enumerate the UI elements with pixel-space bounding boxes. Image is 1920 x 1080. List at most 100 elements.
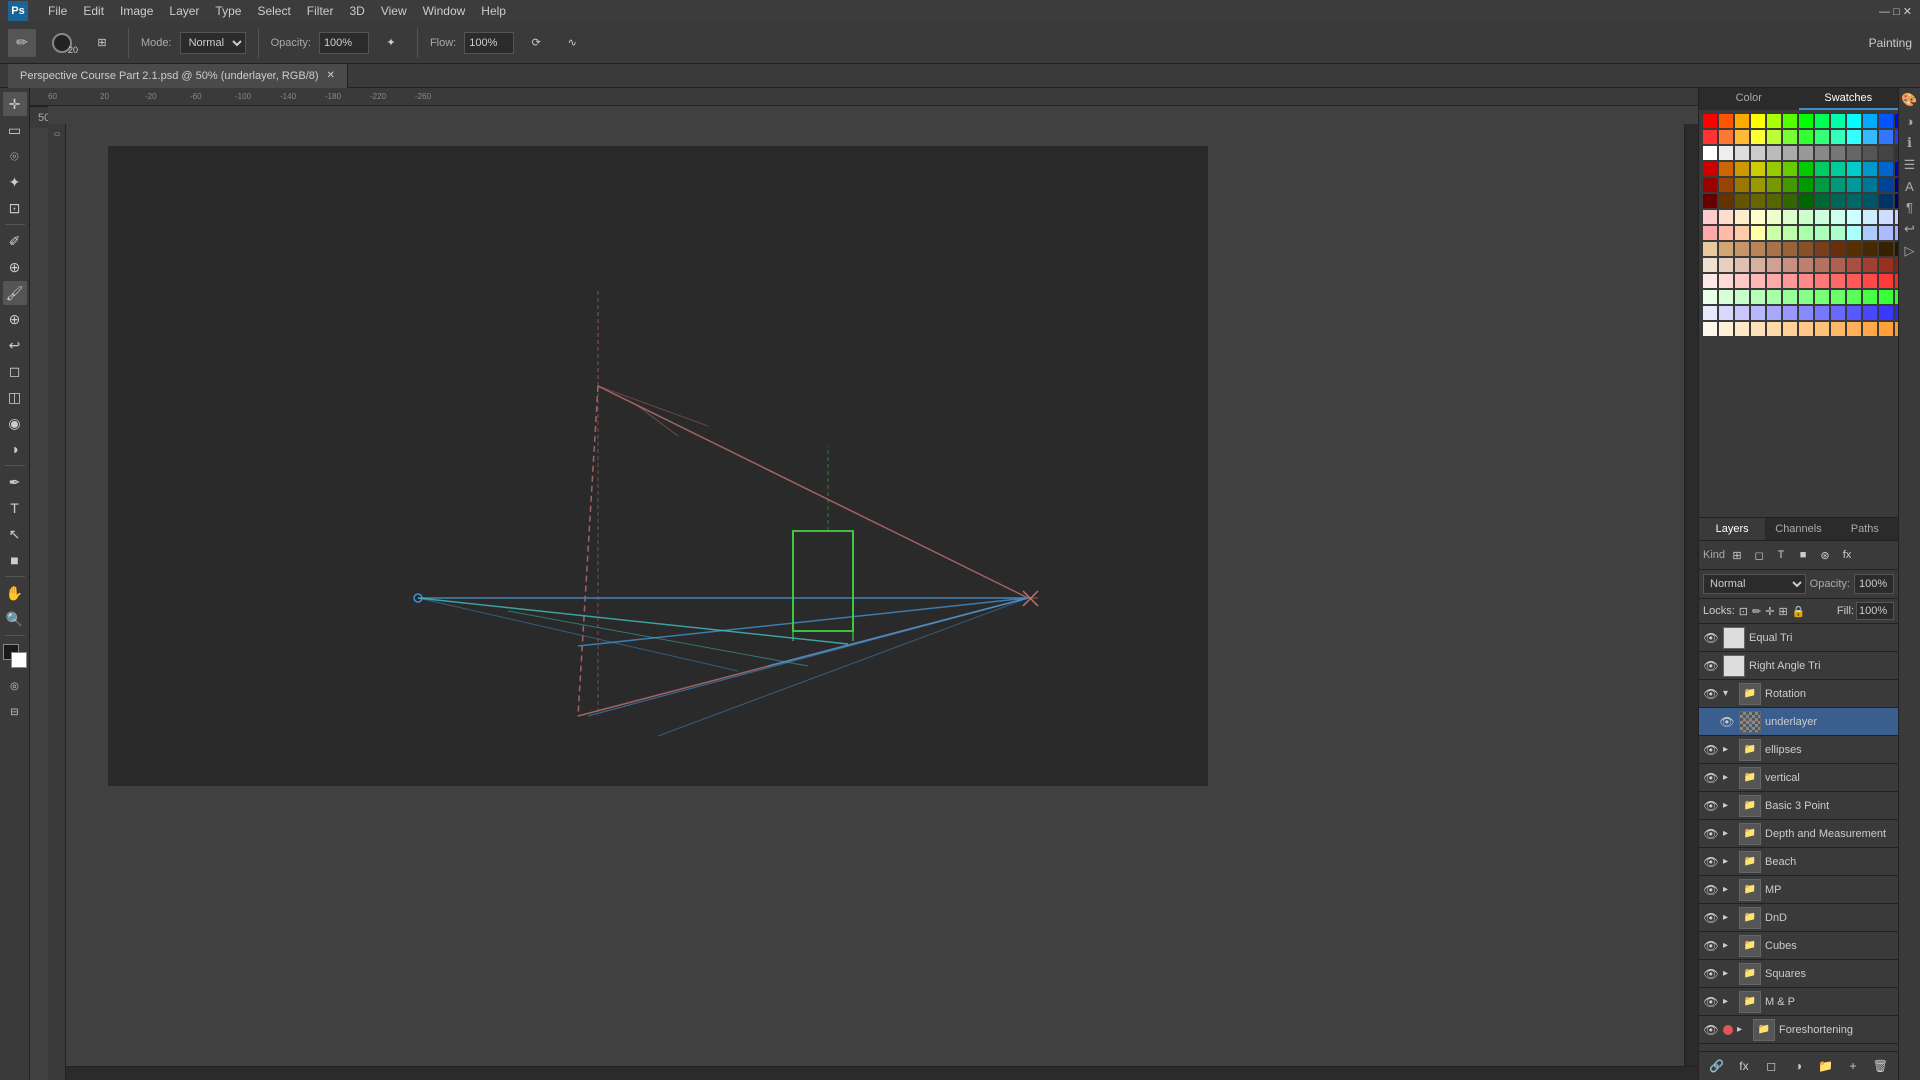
layer-eye-mp[interactable]: 👁 — [1703, 882, 1719, 898]
swatch-9-5[interactable] — [1783, 258, 1797, 272]
swatch-1-3[interactable] — [1751, 130, 1765, 144]
layer-expand-vertical[interactable]: ▸ — [1723, 772, 1735, 783]
swatch-2-6[interactable] — [1799, 146, 1813, 160]
fill-field[interactable] — [1856, 602, 1894, 620]
swatch-9-4[interactable] — [1767, 258, 1781, 272]
swatch-2-4[interactable] — [1767, 146, 1781, 160]
swatch-4-9[interactable] — [1847, 178, 1861, 192]
layer-expand-dnd[interactable]: ▸ — [1723, 912, 1735, 923]
brush-tool[interactable]: 🖌 — [3, 281, 27, 305]
layer-item-foreshortening[interactable]: 👁▸📁Foreshortening — [1699, 1016, 1898, 1044]
zoom-tool[interactable]: 🔍 — [3, 607, 27, 631]
swatch-8-6[interactable] — [1799, 242, 1813, 256]
swatch-8-11[interactable] — [1879, 242, 1893, 256]
swatch-12-0[interactable] — [1703, 306, 1717, 320]
swatch-13-5[interactable] — [1783, 322, 1797, 336]
swatch-12-9[interactable] — [1847, 306, 1861, 320]
layer-item-mp[interactable]: 👁▸📁MP — [1699, 876, 1898, 904]
swatch-1-9[interactable] — [1847, 130, 1861, 144]
swatch-1-8[interactable] — [1831, 130, 1845, 144]
swatch-3-8[interactable] — [1831, 162, 1845, 176]
swatch-5-4[interactable] — [1767, 194, 1781, 208]
swatch-6-5[interactable] — [1783, 210, 1797, 224]
swatch-0-0[interactable] — [1703, 114, 1717, 128]
swatch-11-4[interactable] — [1767, 290, 1781, 304]
swatch-6-7[interactable] — [1815, 210, 1829, 224]
kind-pixel-btn[interactable]: ◻ — [1749, 545, 1769, 565]
brush-preset-btn[interactable]: 20 — [44, 29, 80, 57]
menu-image[interactable]: Image — [120, 4, 153, 18]
swatch-0-7[interactable] — [1815, 114, 1829, 128]
swatch-7-4[interactable] — [1767, 226, 1781, 240]
swatch-13-4[interactable] — [1767, 322, 1781, 336]
layer-expand-foreshortening[interactable]: ▸ — [1737, 1024, 1749, 1035]
swatch-9-10[interactable] — [1863, 258, 1877, 272]
link-layers-btn[interactable]: 🔗 — [1707, 1056, 1727, 1076]
layer-item-depth-measurement[interactable]: 👁▸📁Depth and Measurement — [1699, 820, 1898, 848]
swatch-4-1[interactable] — [1719, 178, 1733, 192]
menu-type[interactable]: Type — [215, 4, 241, 18]
dodge-tool[interactable]: ◑ — [3, 437, 27, 461]
swatch-4-5[interactable] — [1783, 178, 1797, 192]
swatch-0-5[interactable] — [1783, 114, 1797, 128]
swatch-2-9[interactable] — [1847, 146, 1861, 160]
lock-all-btn[interactable]: 🔒 — [1792, 605, 1806, 618]
swatch-2-7[interactable] — [1815, 146, 1829, 160]
swatch-6-4[interactable] — [1767, 210, 1781, 224]
history-tool[interactable]: ↩ — [3, 333, 27, 357]
swatch-3-9[interactable] — [1847, 162, 1861, 176]
swatch-10-10[interactable] — [1863, 274, 1877, 288]
swatch-2-10[interactable] — [1863, 146, 1877, 160]
swatch-6-10[interactable] — [1863, 210, 1877, 224]
blur-tool[interactable]: ◉ — [3, 411, 27, 435]
swatch-5-11[interactable] — [1879, 194, 1893, 208]
swatch-2-8[interactable] — [1831, 146, 1845, 160]
smoothing-btn[interactable]: ∿ — [558, 29, 586, 57]
swatch-6-3[interactable] — [1751, 210, 1765, 224]
swatch-8-0[interactable] — [1703, 242, 1717, 256]
path-select[interactable]: ↖ — [3, 522, 27, 546]
swatch-11-2[interactable] — [1735, 290, 1749, 304]
swatch-3-11[interactable] — [1879, 162, 1893, 176]
flow-input[interactable] — [464, 32, 514, 54]
layer-expand-basic-3-point[interactable]: ▸ — [1723, 800, 1735, 811]
swatch-8-1[interactable] — [1719, 242, 1733, 256]
swatch-7-3[interactable] — [1751, 226, 1765, 240]
layer-eye-foreshortening[interactable]: 👁 — [1703, 1022, 1719, 1038]
swatch-7-1[interactable] — [1719, 226, 1733, 240]
swatch-12-4[interactable] — [1767, 306, 1781, 320]
swatch-6-9[interactable] — [1847, 210, 1861, 224]
swatch-1-4[interactable] — [1767, 130, 1781, 144]
swatch-3-3[interactable] — [1751, 162, 1765, 176]
layer-item-ellipses[interactable]: 👁▸📁ellipses — [1699, 736, 1898, 764]
swatch-11-9[interactable] — [1847, 290, 1861, 304]
eyedropper-tool[interactable]: ✐ — [3, 229, 27, 253]
layer-eye-squares[interactable]: 👁 — [1703, 966, 1719, 982]
swatch-7-9[interactable] — [1847, 226, 1861, 240]
swatch-10-3[interactable] — [1751, 274, 1765, 288]
eraser-tool[interactable]: ◻ — [3, 359, 27, 383]
swatch-0-6[interactable] — [1799, 114, 1813, 128]
adjust-icon[interactable]: ◑ — [1906, 114, 1914, 129]
swatch-12-6[interactable] — [1799, 306, 1813, 320]
swatch-4-8[interactable] — [1831, 178, 1845, 192]
swatch-0-4[interactable] — [1767, 114, 1781, 128]
menu-filter[interactable]: Filter — [307, 4, 334, 18]
layer-item-underlayer[interactable]: 👁underlayer — [1699, 708, 1898, 736]
layer-item-beach[interactable]: 👁▸📁Beach — [1699, 848, 1898, 876]
swatch-3-0[interactable] — [1703, 162, 1717, 176]
lasso-tool[interactable]: ⌾ — [3, 144, 27, 168]
swatch-3-2[interactable] — [1735, 162, 1749, 176]
swatch-13-1[interactable] — [1719, 322, 1733, 336]
swatch-7-7[interactable] — [1815, 226, 1829, 240]
vertical-scrollbar[interactable] — [1684, 124, 1698, 1066]
swatch-3-4[interactable] — [1767, 162, 1781, 176]
swatch-6-11[interactable] — [1879, 210, 1893, 224]
tab-layers[interactable]: Layers — [1699, 518, 1765, 540]
swatch-5-2[interactable] — [1735, 194, 1749, 208]
blend-mode-select[interactable]: Normal — [1703, 574, 1806, 594]
crop-tool[interactable]: ⊡ — [3, 196, 27, 220]
swatch-1-6[interactable] — [1799, 130, 1813, 144]
lock-transparent-btn[interactable]: ⊡ — [1739, 605, 1748, 618]
swatch-9-0[interactable] — [1703, 258, 1717, 272]
